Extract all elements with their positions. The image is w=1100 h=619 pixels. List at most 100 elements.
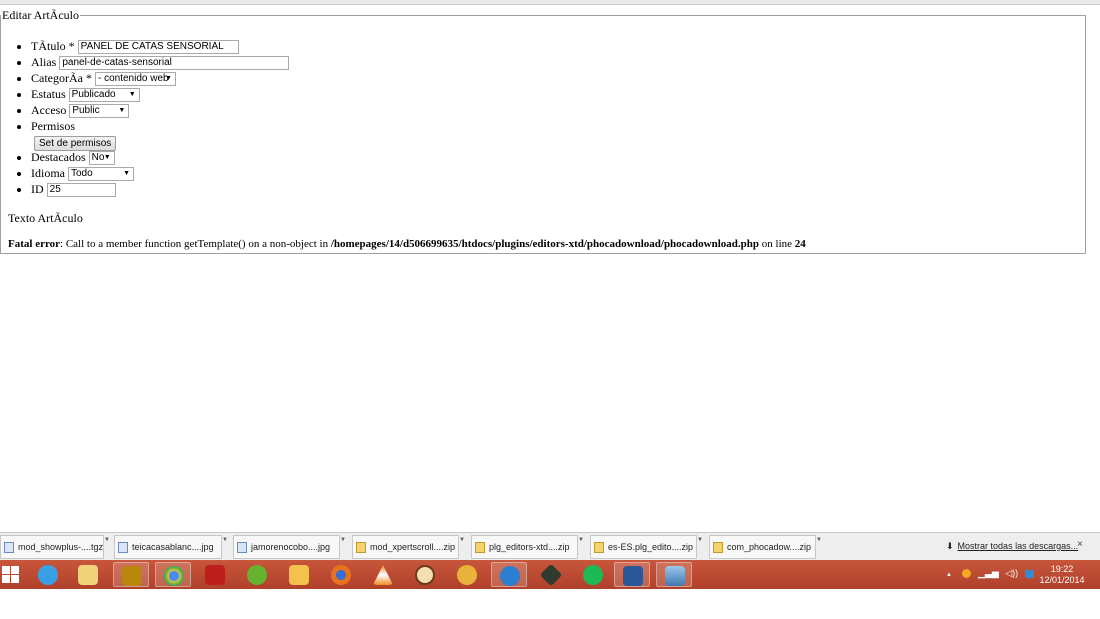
error-on-line: on line xyxy=(759,238,795,250)
idioma-select[interactable]: Todo ▼ xyxy=(68,167,134,182)
download-arrow-icon: ⬇ xyxy=(946,541,954,551)
id-label: ID xyxy=(31,182,44,196)
download-item[interactable]: jamorenocobo....jpg ▼ xyxy=(233,535,346,559)
chevron-down-icon[interactable]: ▼ xyxy=(697,537,704,557)
estatus-value: Publicado xyxy=(71,89,116,101)
field-categoria: CategorÃa * - contenido web ▼ xyxy=(31,70,631,87)
field-titulo: TÃtulo * PANEL DE CATAS SENSORIAL xyxy=(31,38,631,55)
flag-icon[interactable] xyxy=(1024,569,1034,578)
download-item[interactable]: mod_xpertscroll....zip ▼ xyxy=(352,535,465,559)
error-message: : Call to a member function getTemplate(… xyxy=(60,238,331,250)
zip-icon xyxy=(594,542,604,553)
word-icon[interactable] xyxy=(614,562,650,587)
internet-explorer-icon[interactable] xyxy=(30,562,66,587)
alias-input[interactable]: panel-de-catas-sensorial xyxy=(59,56,290,71)
paint-app-icon[interactable] xyxy=(449,562,485,587)
categoria-label: CategorÃa * xyxy=(31,71,92,85)
download-name: jamorenocobo....jpg xyxy=(251,542,331,552)
field-acceso: Acceso Public ▼ xyxy=(31,102,631,119)
chrome-icon[interactable] xyxy=(155,562,191,587)
file-explorer-icon[interactable] xyxy=(70,562,106,587)
fireworks-icon[interactable] xyxy=(113,562,149,587)
terminal-app-icon[interactable] xyxy=(533,562,569,587)
download-item[interactable]: com_phocadow....zip ▼ xyxy=(709,535,822,559)
estatus-select[interactable]: Publicado ▼ xyxy=(68,88,140,103)
vlc-icon[interactable] xyxy=(365,562,401,587)
utorrent-icon[interactable] xyxy=(239,562,275,587)
close-icon[interactable]: × xyxy=(1077,539,1083,550)
acceso-select[interactable]: Public ▼ xyxy=(69,104,130,119)
download-name: mod_xpertscroll....zip xyxy=(370,542,456,552)
zip-icon xyxy=(713,542,723,553)
tray-app-icon[interactable] xyxy=(962,569,972,579)
field-estatus: Estatus Publicado ▼ xyxy=(31,86,631,103)
chevron-down-icon: ▼ xyxy=(128,91,136,99)
download-name: com_phocadow....zip xyxy=(727,542,812,552)
estatus-label: Estatus xyxy=(31,87,66,101)
chevron-down-icon: ▼ xyxy=(103,154,111,162)
show-all-text: Mostrar todas las descargas... xyxy=(957,541,1079,551)
firefox-icon[interactable] xyxy=(323,562,359,587)
chevron-down-icon[interactable]: ▼ xyxy=(816,537,823,557)
image-icon xyxy=(118,542,128,553)
file-icon xyxy=(4,542,14,553)
tray-area[interactable]: ▲ ▁▃▅ ◁)) xyxy=(946,568,1034,579)
clock-time: 19:22 xyxy=(1050,564,1074,574)
error-prefix: Fatal error xyxy=(8,238,61,250)
acceso-label: Acceso xyxy=(31,103,67,117)
download-item[interactable]: plg_editors-xtd....zip ▼ xyxy=(471,535,584,559)
envelope-app-icon[interactable] xyxy=(281,562,317,587)
error-line-number: 24 xyxy=(794,238,806,250)
titulo-label: TÃtulo * xyxy=(31,39,75,53)
taskbar-clock[interactable]: 19:22 12/01/2014 xyxy=(1036,564,1088,586)
field-alias: Alias panel-de-catas-sensorial xyxy=(31,54,631,71)
windows-start-icon[interactable] xyxy=(2,566,19,583)
idioma-value: Todo xyxy=(71,168,93,180)
network-icon[interactable]: ▁▃▅ xyxy=(978,568,999,578)
tray-arrow-icon[interactable]: ▲ xyxy=(946,572,952,578)
download-item[interactable]: es-ES.plg_edito....zip ▼ xyxy=(590,535,703,559)
destacados-label: Destacados xyxy=(31,150,86,164)
field-id: ID 25 xyxy=(31,181,631,198)
chevron-down-icon[interactable]: ▼ xyxy=(104,537,111,557)
chevron-down-icon: ▼ xyxy=(118,107,126,115)
field-permisos: Permisos Set de permisos xyxy=(31,118,631,151)
titulo-input[interactable]: PANEL DE CATAS SENSORIAL xyxy=(77,40,239,55)
chevron-down-icon[interactable]: ▼ xyxy=(222,537,229,557)
acceso-value: Public xyxy=(72,105,100,117)
field-idioma: Idioma Todo ▼ xyxy=(31,165,631,182)
windows-taskbar: ▲ ▁▃▅ ◁)) 19:22 12/01/2014 xyxy=(0,560,1100,589)
chevron-down-icon[interactable]: ▼ xyxy=(340,537,347,557)
image-icon xyxy=(237,542,247,553)
categoria-value: - contenido web xyxy=(97,73,169,85)
download-item[interactable]: teicacasablanc....jpg ▼ xyxy=(114,535,228,559)
fieldset-legend: Editar ArtÃculo xyxy=(2,8,79,22)
download-name: mod_showplus-....tgz xyxy=(18,542,104,552)
zip-icon xyxy=(356,542,366,553)
alias-label: Alias xyxy=(31,55,57,69)
chevron-down-icon[interactable]: ▼ xyxy=(459,537,466,557)
volume-icon[interactable]: ◁)) xyxy=(1005,568,1018,578)
filezilla-icon[interactable] xyxy=(197,562,233,587)
form-field-list: TÃtulo * PANEL DE CATAS SENSORIAL Alias … xyxy=(31,28,631,198)
texto-articulo-label: Texto ArtÃculo xyxy=(8,211,83,225)
zip-icon xyxy=(475,542,485,553)
show-all-downloads-link[interactable]: ⬇ Mostrar todas las descargas... xyxy=(946,541,1078,552)
clock-date: 12/01/2014 xyxy=(1039,575,1085,585)
download-name: es-ES.plg_edito....zip xyxy=(608,542,694,552)
field-destacados: Destacados No ▼ xyxy=(31,149,631,166)
chevron-down-icon[interactable]: ▼ xyxy=(578,537,585,557)
screen-app-icon[interactable] xyxy=(656,562,692,587)
permisos-label: Permisos xyxy=(31,119,76,133)
downloads-bar: mod_showplus-....tgz ▼ teicacasablanc...… xyxy=(0,532,1100,561)
download-item[interactable]: mod_showplus-....tgz ▼ xyxy=(0,535,110,559)
fatal-error-message: Fatal error: Call to a member function g… xyxy=(8,238,806,250)
globe-app-icon[interactable] xyxy=(491,562,527,587)
categoria-select[interactable]: - contenido web ▼ xyxy=(94,72,176,87)
destacados-select[interactable]: No ▼ xyxy=(88,151,115,166)
id-input[interactable]: 25 xyxy=(46,183,116,198)
chevron-down-icon: ▼ xyxy=(123,170,130,178)
hand-app-icon[interactable] xyxy=(407,562,443,587)
window-top-edge xyxy=(0,0,1100,5)
spotify-icon[interactable] xyxy=(575,562,611,587)
